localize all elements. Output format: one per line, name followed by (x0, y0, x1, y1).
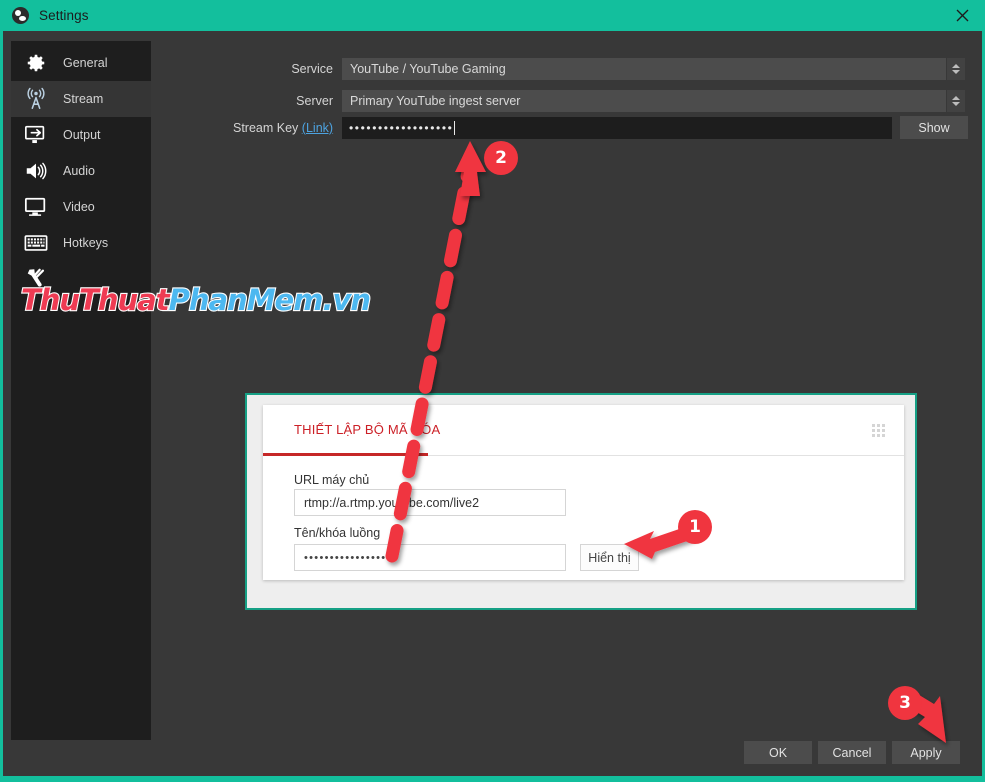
server-label: Server (296, 94, 333, 108)
sidebar-item-stream[interactable]: Stream (11, 81, 151, 117)
server-dropdown[interactable]: Primary YouTube ingest server (342, 90, 965, 112)
stream-key-link[interactable]: (Link) (302, 121, 333, 135)
sidebar-item-video[interactable]: Video (11, 189, 151, 225)
broadcast-icon (21, 86, 51, 112)
sidebar-item-label: General (63, 56, 108, 70)
service-label: Service (291, 62, 333, 76)
stream-key-value: •••••••••••••••••• (349, 120, 454, 135)
sidebar-item-label: Audio (63, 164, 95, 178)
service-value: YouTube / YouTube Gaming (350, 62, 506, 76)
monitor-icon (21, 194, 51, 220)
server-spinner[interactable] (946, 90, 965, 112)
sidebar-item-label: Hotkeys (63, 236, 109, 250)
cancel-button[interactable]: Cancel (818, 741, 886, 764)
sidebar-item-audio[interactable]: Audio (11, 153, 151, 189)
show-stream-key-button[interactable]: Show (900, 116, 968, 139)
obs-logo-icon (12, 7, 29, 24)
card-header: THIẾT LẬP BỘ MÃ HÓA (263, 405, 904, 456)
sidebar-item-general[interactable]: General (11, 45, 151, 81)
title-bar: Settings (0, 0, 985, 31)
text-caret (454, 120, 456, 135)
youtube-encoder-panel: THIẾT LẬP BỘ MÃ HÓA URL máy chủ rtmp://a… (245, 393, 917, 610)
obs-settings-window: Settings General Stream Output Audio Vid… (0, 0, 985, 782)
service-dropdown[interactable]: YouTube / YouTube Gaming (342, 58, 965, 80)
wrench-icon (21, 266, 51, 292)
encoder-setup-card: THIẾT LẬP BỘ MÃ HÓA URL máy chủ rtmp://a… (263, 405, 904, 580)
step-badge-3: 3 (888, 686, 922, 720)
step-badge-2: 2 (484, 141, 518, 175)
sidebar-item-label: Output (63, 128, 101, 142)
card-title-underline (263, 453, 428, 456)
watermark-part2: PhanMem.vn (167, 282, 372, 318)
sidebar-item-advanced[interactable] (11, 261, 151, 297)
dialog-footer: OK Cancel Apply (744, 741, 960, 764)
server-url-label: URL máy chủ (294, 473, 370, 487)
server-url-value: rtmp://a.rtmp.youtube.com/live2 (304, 495, 480, 510)
stream-key-label: Stream Key (Link) (233, 121, 333, 135)
server-url-input[interactable]: rtmp://a.rtmp.youtube.com/live2 (294, 489, 566, 516)
server-row: Server Primary YouTube ingest server (233, 90, 973, 112)
stream-key-label-text: Stream Key (233, 120, 299, 135)
service-row: Service YouTube / YouTube Gaming (233, 58, 973, 80)
keyboard-icon (21, 230, 51, 256)
speaker-icon (21, 158, 51, 184)
sidebar-item-hotkeys[interactable]: Hotkeys (11, 225, 151, 261)
stream-name-input[interactable]: ••••••••••••••••• (294, 544, 566, 571)
stream-key-input[interactable]: •••••••••••••••••• (342, 116, 892, 139)
service-spinner[interactable] (946, 58, 965, 80)
output-icon (21, 122, 51, 148)
card-title: THIẾT LẬP BỘ MÃ HÓA (294, 422, 441, 437)
sidebar-item-label: Stream (63, 92, 104, 106)
hien-thi-button[interactable]: Hiển thị (580, 544, 639, 571)
sidebar-item-label: Video (63, 200, 95, 214)
apply-button[interactable]: Apply (892, 741, 960, 764)
close-icon[interactable] (939, 0, 985, 31)
stream-key-row: Stream Key (Link) •••••••••••••••••• Sho… (233, 116, 973, 139)
stream-name-label: Tên/khóa luồng (294, 526, 381, 540)
window-title: Settings (39, 8, 89, 23)
stream-name-value: ••••••••••••••••• (304, 551, 392, 564)
grid-dots-icon[interactable] (872, 424, 886, 438)
sidebar-item-output[interactable]: Output (11, 117, 151, 153)
gear-icon (21, 50, 51, 76)
settings-sidebar: General Stream Output Audio Video Hotkey… (11, 41, 151, 740)
server-value: Primary YouTube ingest server (350, 94, 521, 108)
step-badge-1: 1 (678, 510, 712, 544)
ok-button[interactable]: OK (744, 741, 812, 764)
